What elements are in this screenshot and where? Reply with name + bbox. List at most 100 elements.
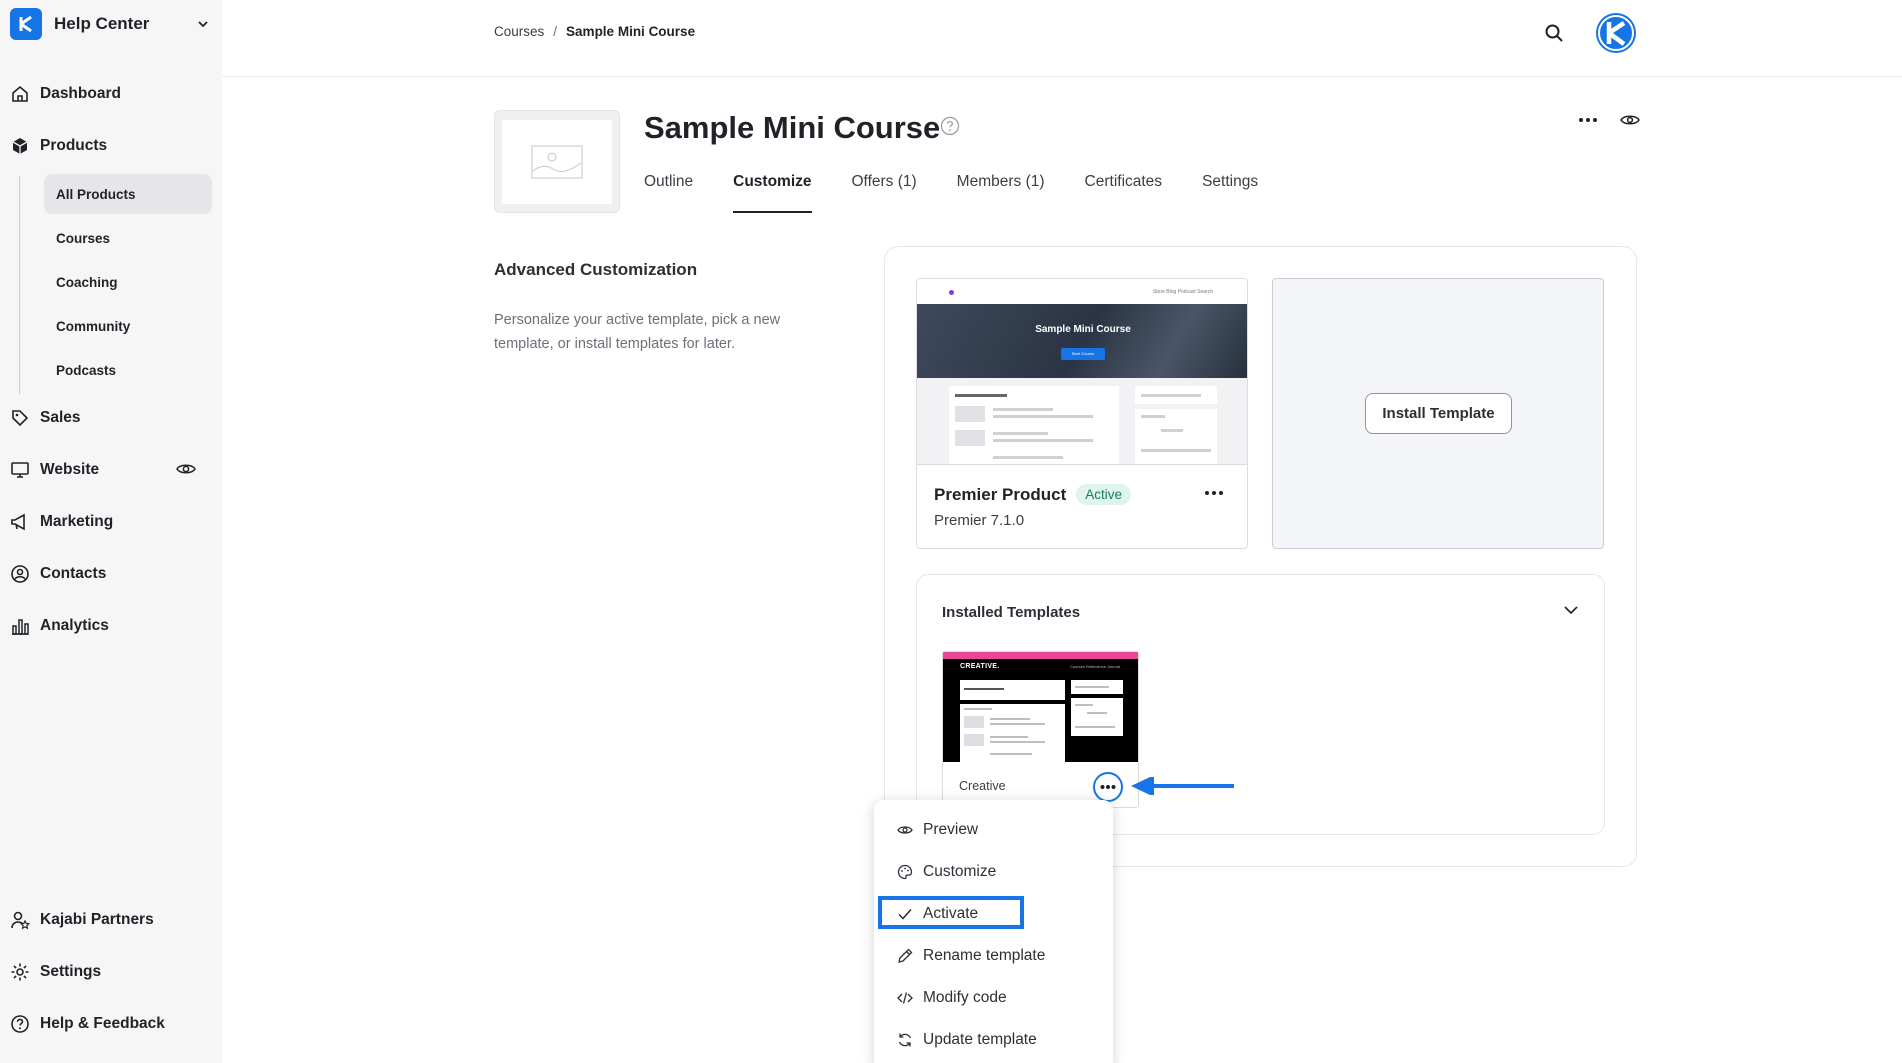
page-title: Sample Mini Course [644,110,941,145]
tab-certificates[interactable]: Certificates [1085,173,1163,213]
nav-label: Dashboard [40,85,121,102]
template-more-options-icon[interactable] [1204,483,1224,508]
preview-brand: CREATIVE. [960,663,1000,670]
preview-hero-button: Start Course [1061,348,1105,360]
chevron-down-icon [196,17,210,36]
active-template-version: Premier 7.1.0 [934,512,1025,529]
pencil-icon [896,947,914,965]
section-description: Personalize your active template, pick a… [494,312,781,352]
preview-nav-links: Store Blog Podcast Search [1152,289,1213,295]
preview-hero-title: Sample Mini Course [1035,324,1131,335]
install-template-panel: Install Template [1272,278,1604,549]
nav-products[interactable]: Products [10,130,210,162]
code-icon [896,989,914,1007]
top-bar: Courses / Sample Mini Course [222,0,1902,77]
site-switcher[interactable]: Help Center [10,8,210,40]
menu-item-customize[interactable]: Customize [896,857,996,887]
search-icon[interactable] [1543,22,1565,44]
nav-analytics[interactable]: Analytics [10,610,210,642]
chevron-down-icon[interactable] [1562,601,1580,624]
subnav-community[interactable]: Community [44,306,212,346]
nav-kajabi-partners[interactable]: Kajabi Partners [10,904,210,936]
avatar[interactable] [1596,13,1636,53]
submenu-rail [19,176,20,394]
installed-templates-title: Installed Templates [942,604,1081,621]
nav-label: Contacts [40,565,107,582]
menu-item-update-template[interactable]: Update template [896,1025,1037,1055]
subnav-coaching[interactable]: Coaching [44,262,212,302]
nav-settings[interactable]: Settings [10,956,210,988]
nav-contacts[interactable]: Contacts [10,558,210,590]
home-icon [10,84,30,104]
site-name: Help Center [54,14,150,33]
view-website-eye-icon[interactable] [176,461,196,482]
preview-nav-links: Courses Reflections Journal [1069,664,1120,669]
palette-icon [896,863,914,881]
nav-label: Settings [40,963,102,980]
menu-item-label: Customize [923,863,997,880]
nav-label: Sales [40,409,81,426]
breadcrumb: Courses / Sample Mini Course [494,24,695,39]
tab-offers[interactable]: Offers (1) [852,173,917,213]
tab-outline[interactable]: Outline [644,173,693,213]
course-tabs: Outline Customize Offers (1) Members (1)… [644,173,1298,213]
gear-icon [10,962,30,982]
sidebar: Help Center Dashboard Products All Produ… [0,0,222,1063]
annotation-arrow-icon [1131,777,1234,795]
preview-logo-dot [949,290,954,295]
refresh-icon [896,1031,914,1049]
nav-help-feedback[interactable]: Help & Feedback [10,1008,210,1040]
tab-members[interactable]: Members (1) [957,173,1045,213]
check-icon [896,905,914,923]
menu-item-label: Update template [923,1031,1037,1048]
megaphone-icon [10,512,30,532]
installed-template-preview: CREATIVE. Courses Reflections Journal [943,652,1138,762]
nav-label: Products [40,137,108,154]
installed-templates-section: Installed Templates CREATIVE. Courses Re… [916,574,1605,835]
template-actions-menu: Preview Customize Activate Rename templa… [874,800,1113,1063]
menu-item-label: Rename template [923,947,1046,964]
more-options-icon[interactable] [1578,110,1598,135]
menu-item-label: Activate [923,905,979,922]
nav-marketing[interactable]: Marketing [10,506,210,538]
bar-chart-icon [10,616,30,636]
active-template-name: Premier Product [934,484,1067,504]
tab-settings[interactable]: Settings [1202,173,1258,213]
breadcrumb-separator: / [553,24,558,39]
nav-label: Analytics [40,617,109,634]
image-placeholder-icon [531,145,583,178]
subnav-all-products[interactable]: All Products [44,174,212,214]
nav-dashboard[interactable]: Dashboard [10,78,210,110]
monitor-icon [10,460,30,480]
subnav-podcasts[interactable]: Podcasts [44,350,212,390]
nav-website[interactable]: Website [10,454,210,486]
kajabi-logo [10,8,42,40]
partner-icon [10,910,30,930]
breadcrumb-current: Sample Mini Course [566,24,696,39]
nav-sales[interactable]: Sales [10,402,210,434]
installed-template-more-options-icon[interactable] [1093,772,1123,802]
preview-eye-icon[interactable] [1620,112,1640,133]
nav-label: Website [40,461,100,478]
installed-template-card[interactable]: CREATIVE. Courses Reflections Journal Cr… [942,651,1139,808]
menu-item-label: Modify code [923,989,1007,1006]
active-template-card[interactable]: Store Blog Podcast Search Sample Mini Co… [916,278,1248,549]
menu-item-rename[interactable]: Rename template [896,941,1045,971]
breadcrumb-courses-link[interactable]: Courses [494,24,544,39]
eye-icon [896,821,914,839]
install-template-button[interactable]: Install Template [1365,393,1512,434]
menu-item-activate[interactable]: Activate [896,899,978,929]
tag-icon [10,408,30,428]
nav-label: Kajabi Partners [40,911,154,928]
help-circle-icon[interactable] [940,116,960,141]
tab-customize[interactable]: Customize [733,173,812,213]
active-template-preview: Store Blog Podcast Search Sample Mini Co… [917,279,1247,465]
menu-item-preview[interactable]: Preview [896,815,978,845]
nav-label: Help & Feedback [40,1015,165,1032]
course-thumbnail[interactable] [494,110,620,213]
help-circle-icon [10,1014,30,1034]
menu-item-modify-code[interactable]: Modify code [896,983,1007,1013]
installed-template-name: Creative [959,779,1006,793]
subnav-courses[interactable]: Courses [44,218,212,258]
menu-item-label: Preview [923,821,979,838]
